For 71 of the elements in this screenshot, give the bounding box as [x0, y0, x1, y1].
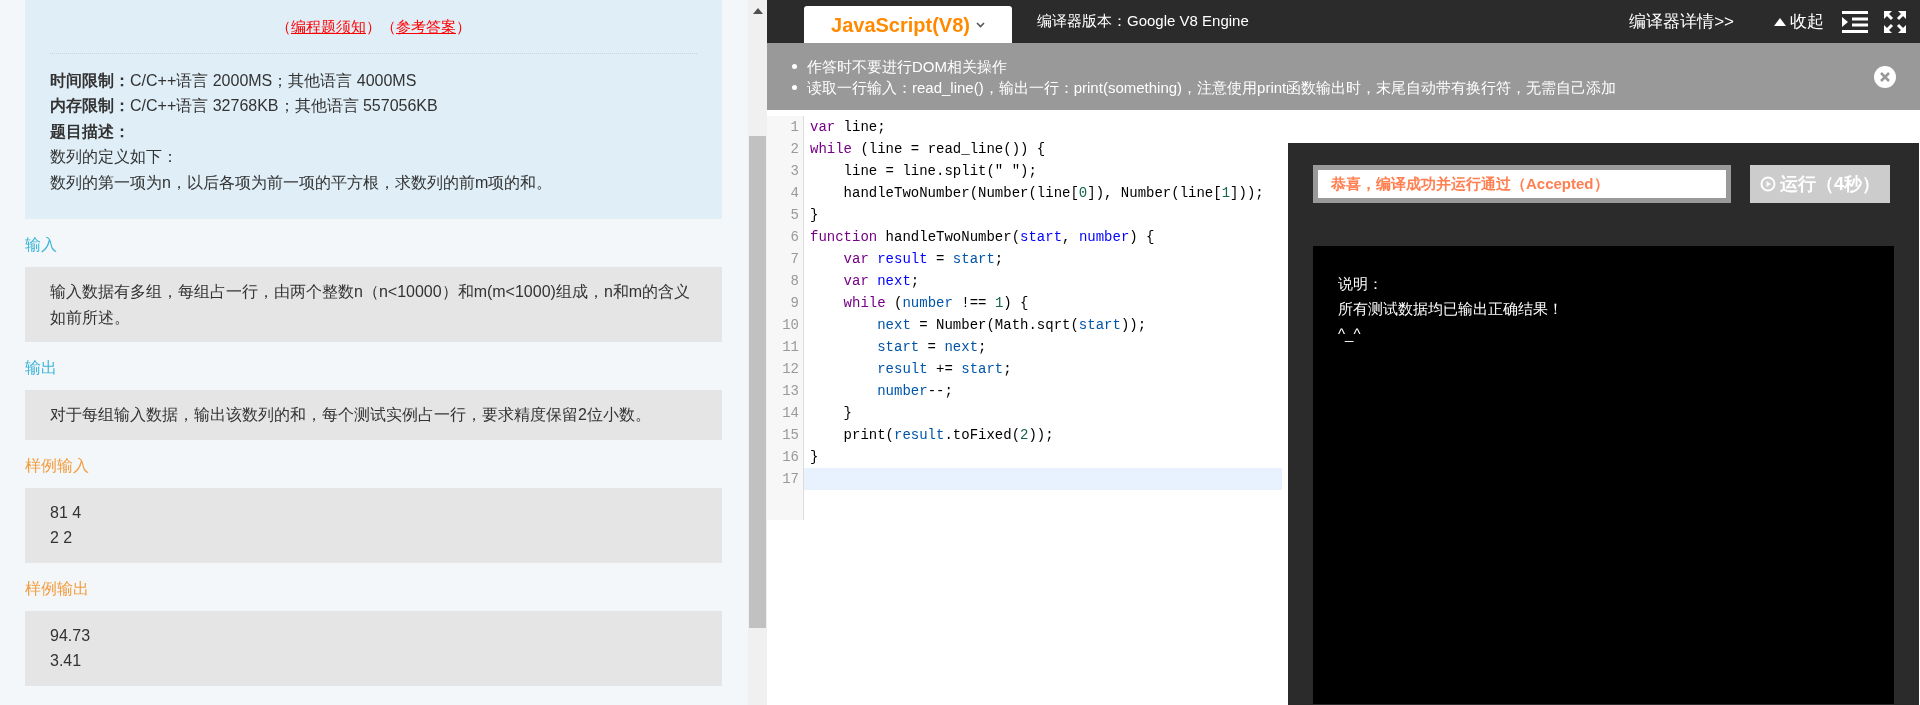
code-line: var line;: [809, 118, 887, 137]
status-field: 恭喜，编译成功并运行通过（Accepted）: [1313, 165, 1731, 203]
section-text: 94.73: [50, 625, 92, 646]
code-line: number--;: [876, 382, 954, 401]
close-icon[interactable]: [1874, 65, 1896, 88]
line-number: 12: [781, 360, 800, 379]
code-line: line = line.split(" ");: [842, 162, 1038, 181]
notice-text: 作答时不要进行DOM相关操作: [807, 56, 1007, 77]
section-text: 81 4: [50, 502, 83, 523]
description-label: 题目描述：: [50, 121, 131, 142]
code-line: }: [809, 206, 820, 225]
section-text: 输入数据有多组，每组占一行，由两个整数n（n<10000）和m(m<1000)组成，n和m的含义如前所述。: [50, 282, 692, 328]
code-line: while (number !== 1) {: [842, 294, 1030, 313]
scrollbar-thumb[interactable]: [749, 136, 766, 628]
expand-icon[interactable]: [1884, 10, 1906, 33]
collapse-button[interactable]: 收起: [1774, 8, 1824, 35]
triangle-up-icon: [1774, 17, 1786, 26]
code-line: print(result.toFixed(2));: [842, 426, 1055, 445]
output-text: 所有测试数据均已输出正确结果！: [1338, 299, 1564, 319]
code-line: handleTwoNumber(Number(line[0]), Number(line[1]));: [842, 184, 1265, 203]
line-number: 5: [789, 206, 800, 225]
code-line: }: [842, 404, 853, 423]
link[interactable]: （参考答案）: [381, 16, 471, 39]
scroll-up-icon[interactable]: [752, 8, 763, 14]
code-line: start = next;: [876, 338, 988, 357]
line-number: 16: [781, 448, 800, 467]
code-line: var next;: [842, 272, 921, 291]
line-number: 9: [789, 294, 800, 313]
line-number: 11: [781, 338, 800, 357]
notice-text: 读取一行输入：read_line()，输出一行：print(something)，注意使用print函数输出时，末尾自动带有换行符，无需自己添加: [807, 77, 1617, 98]
language-tab[interactable]: JavaScript(V8): [804, 6, 1012, 43]
description-text: 数列的定义如下：: [50, 147, 179, 167]
limit-text: 时间限制：C/C++语言 2000MS；其他语言 4000MS: [50, 70, 418, 91]
line-number: 17: [781, 470, 800, 489]
bullet-icon: [792, 63, 797, 69]
line-number: 8: [789, 272, 800, 291]
line-number: 6: [789, 228, 800, 247]
section-text: 3.41: [50, 651, 83, 671]
link[interactable]: （编程题须知）: [276, 16, 381, 39]
output-text: ^_^: [1338, 324, 1362, 344]
section-text: 2 2: [50, 528, 74, 548]
line-number: 15: [781, 426, 800, 445]
limit-text: 内存限制：C/C++语言 32768KB；其他语言 557056KB: [50, 96, 439, 116]
code-line: }: [809, 448, 820, 467]
line-number: 2: [789, 140, 800, 159]
line-number: 7: [789, 250, 800, 269]
description-text: 数列的第一项为n，以后各项为前一项的平方根，求数列的前m项的和。: [50, 172, 554, 193]
section-text: 对于每组输入数据，输出该数列的和，每个测试实例占一行，要求精度保留2位小数。: [50, 405, 652, 425]
compiler-details-link[interactable]: 编译器详情>>: [1629, 8, 1734, 35]
section-heading: 样例输入: [25, 455, 90, 476]
code-line: function handleTwoNumber(start, number) {: [809, 228, 1156, 247]
chevron-down-icon: [976, 21, 985, 28]
line-number: 1: [789, 118, 800, 137]
compiler-version: 编译器版本：Google V8 Engine: [1037, 11, 1249, 32]
code-line: result += start;: [876, 360, 1013, 379]
line-number: 14: [781, 404, 800, 423]
code-line: while (line = read_line()) {: [809, 140, 1047, 159]
code-line: next = Number(Math.sqrt(start));: [876, 316, 1148, 335]
line-number: 13: [781, 382, 800, 401]
line-number: 10: [781, 316, 800, 335]
code-line: var result = start;: [842, 250, 1005, 269]
indent-icon[interactable]: [1842, 10, 1868, 33]
bullet-icon: [792, 84, 797, 90]
play-circle-icon: [1760, 176, 1776, 192]
section-heading: 输出: [25, 358, 58, 378]
line-number: 3: [789, 162, 800, 181]
line-number: 4: [789, 184, 800, 203]
section-heading: 样例输出: [25, 578, 90, 599]
scrollbar[interactable]: [748, 0, 767, 705]
output-text: 说明：: [1338, 274, 1384, 294]
section-heading: 输入: [25, 235, 58, 255]
